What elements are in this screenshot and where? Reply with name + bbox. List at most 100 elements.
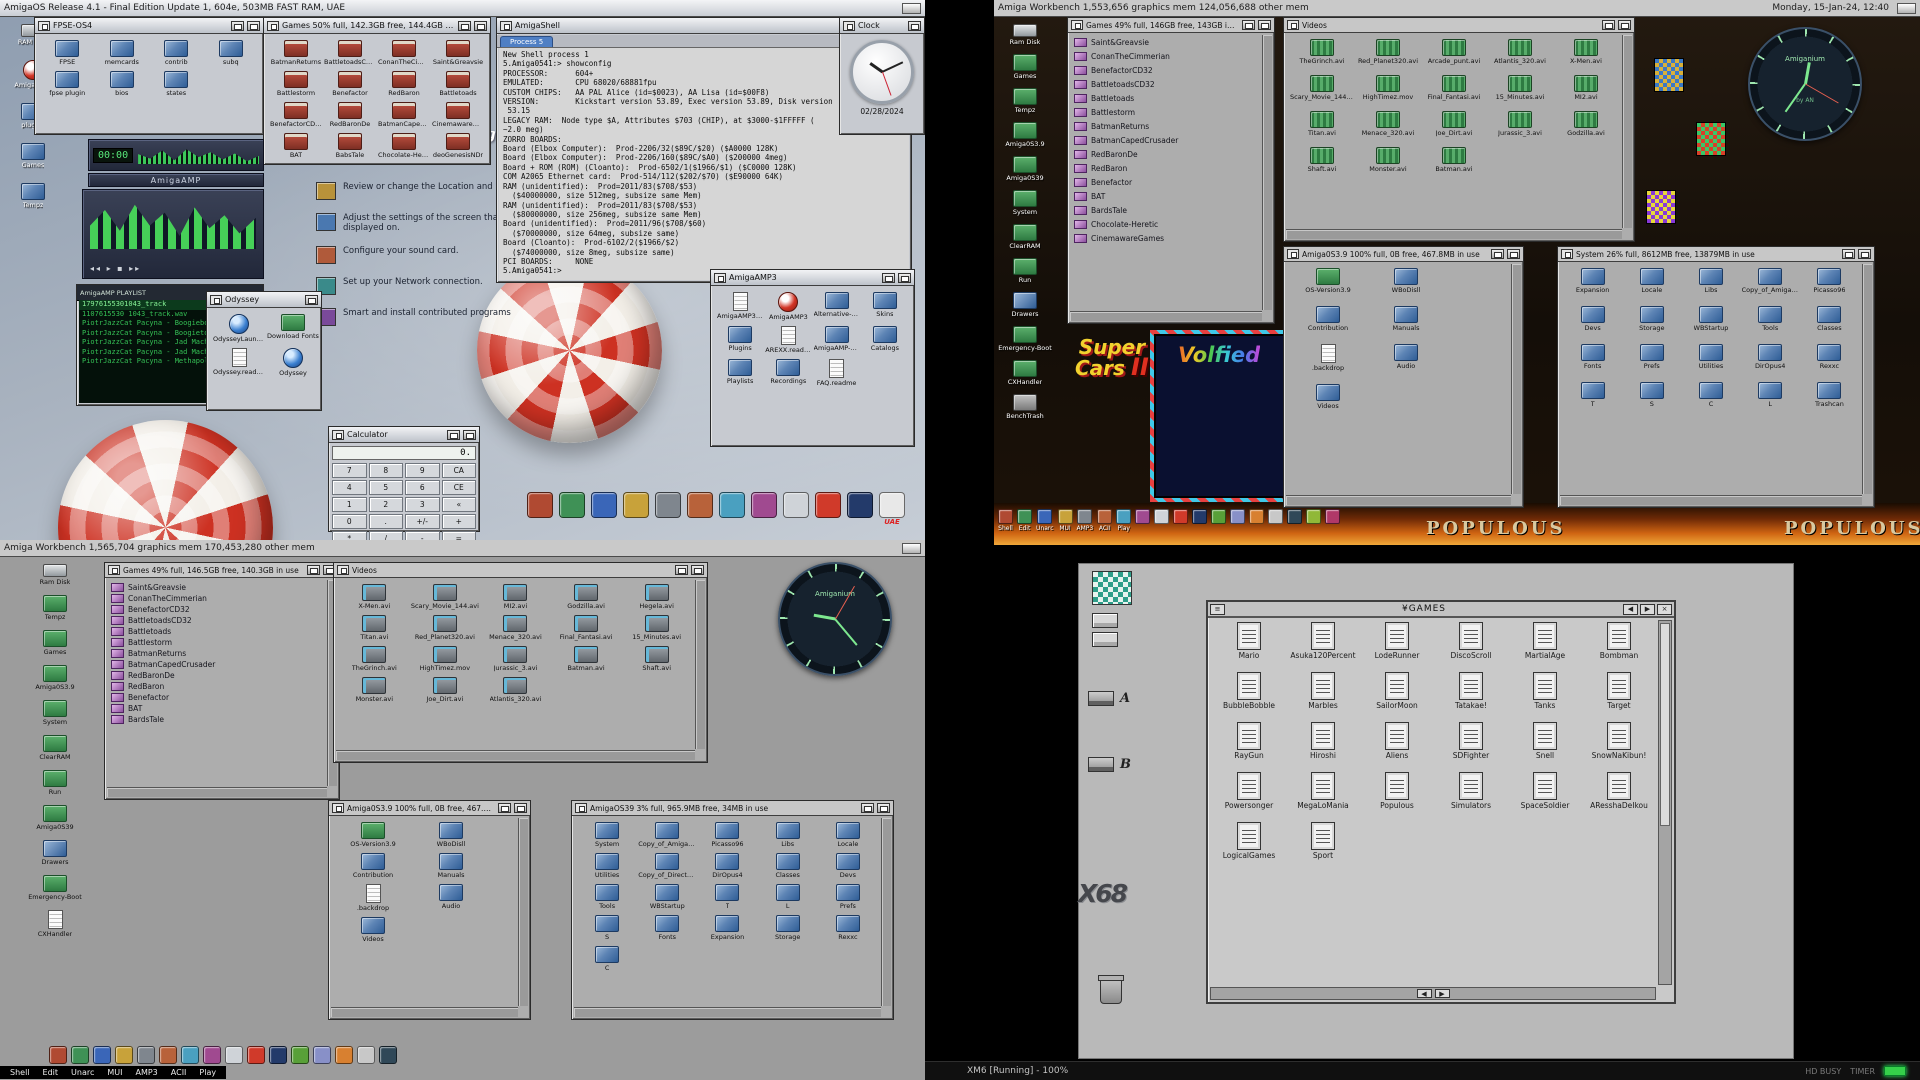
- dock-item[interactable]: [719, 492, 745, 526]
- drawer-item[interactable]: AmigaAMP-Prefs: [814, 326, 860, 354]
- dock-label[interactable]: Edit: [43, 1068, 59, 1077]
- dock-icon[interactable]: [1135, 509, 1150, 524]
- desktop-icon[interactable]: Tempz: [6, 183, 60, 209]
- dock-item[interactable]: Shell: [998, 509, 1013, 532]
- drawer-item[interactable]: states: [150, 71, 203, 97]
- video-item[interactable]: X-Men.avi: [340, 584, 409, 610]
- dock-icon[interactable]: [1287, 509, 1302, 524]
- video-item[interactable]: Scary_Movie_144.avi: [1290, 75, 1354, 101]
- video-item[interactable]: Atlantis_320.avi: [481, 677, 550, 703]
- file-item[interactable]: Aliens: [1361, 722, 1433, 760]
- dock-icon[interactable]: [1211, 509, 1226, 524]
- zoom-icon[interactable]: [498, 803, 511, 813]
- drawer-item[interactable]: Copy_of_Amiganium: [638, 822, 696, 848]
- dock-icon[interactable]: [1017, 509, 1032, 524]
- list-item[interactable]: Benefactor: [111, 693, 323, 702]
- screen-depth-icon[interactable]: [1897, 3, 1916, 14]
- close-icon[interactable]: [267, 21, 279, 31]
- dock-icon[interactable]: [687, 492, 713, 518]
- floppy-drive-a[interactable]: A: [1088, 691, 1130, 706]
- dock-icon[interactable]: [203, 1046, 221, 1064]
- close-icon[interactable]: [1561, 249, 1573, 259]
- window-titlebar[interactable]: Calculator: [329, 427, 479, 443]
- game-item[interactable]: BatmanCapedCrusader: [378, 102, 430, 128]
- game-item[interactable]: BabsTale: [324, 133, 376, 159]
- dock-icon[interactable]: [655, 492, 681, 518]
- dock-item[interactable]: Edit: [1017, 509, 1032, 532]
- dock-icon[interactable]: [751, 492, 777, 518]
- drawer-item[interactable]: Devs: [1564, 306, 1621, 332]
- drawer-item[interactable]: OS-Version3.9: [1290, 268, 1366, 294]
- desktop-icon[interactable]: BenchTrash: [998, 394, 1052, 420]
- dock-icon[interactable]: [879, 492, 905, 518]
- drawer-item[interactable]: OS-Version3.9: [335, 822, 411, 848]
- list-item[interactable]: RedBaron: [1074, 164, 1258, 173]
- dock-icon[interactable]: [1154, 509, 1169, 524]
- drawer-item[interactable]: Utilities: [578, 853, 636, 879]
- desktop-icon[interactable]: CXHandler: [28, 910, 82, 938]
- dock-icon[interactable]: [49, 1046, 67, 1064]
- video-item[interactable]: Arcade_punt.avi: [1422, 39, 1486, 65]
- close-icon[interactable]: [500, 21, 512, 31]
- video-item[interactable]: Batman.avi: [552, 646, 621, 672]
- dock-label[interactable]: MUI: [107, 1068, 122, 1077]
- list-item[interactable]: BAT: [1074, 192, 1258, 201]
- file-item[interactable]: Bombman: [1583, 622, 1655, 660]
- close-icon[interactable]: ×: [1657, 604, 1672, 615]
- dock-item[interactable]: [1230, 509, 1245, 532]
- dock-icon[interactable]: [719, 492, 745, 518]
- list-item[interactable]: RedBaronDe: [111, 671, 323, 680]
- dock-icon[interactable]: [1097, 509, 1112, 524]
- depth-icon[interactable]: [691, 565, 704, 575]
- depth-icon[interactable]: [1507, 249, 1520, 259]
- drawer-item[interactable]: Prefs: [1623, 344, 1680, 370]
- dock-item[interactable]: [1249, 509, 1264, 532]
- video-item[interactable]: Godzilla.avi: [552, 584, 621, 610]
- dock-icon[interactable]: [815, 492, 841, 518]
- desktop-icon[interactable]: Emergency-Boot: [28, 875, 82, 901]
- screen-depth-icon[interactable]: [902, 3, 921, 14]
- calculator-key[interactable]: 0: [332, 514, 367, 529]
- dock-icon[interactable]: [1306, 509, 1321, 524]
- file-item[interactable]: SDFighter: [1435, 722, 1507, 760]
- horizontal-scrollbar[interactable]: ◀ ▶: [1210, 987, 1656, 1000]
- drawer-item[interactable]: Prefs: [819, 884, 877, 910]
- app-item[interactable]: Download Fonts: [267, 314, 319, 343]
- list-item[interactable]: BardsTale: [111, 715, 323, 724]
- window-titlebar[interactable]: FPSE-OS4: [35, 18, 263, 34]
- drawer-item[interactable]: T: [1564, 382, 1621, 408]
- drawer-item[interactable]: Locale: [819, 822, 877, 848]
- video-item[interactable]: Menace_320.avi: [1356, 111, 1420, 137]
- close-icon[interactable]: [210, 295, 222, 305]
- desktop-icon[interactable]: ClearRAM: [998, 224, 1052, 250]
- calculator-key[interactable]: «: [442, 497, 477, 512]
- depth-icon[interactable]: [1858, 249, 1871, 259]
- drawer-item[interactable]: Locale: [1623, 268, 1680, 294]
- drawer-item[interactable]: System: [578, 822, 636, 848]
- dock-item[interactable]: [591, 492, 617, 526]
- zoom-icon[interactable]: [307, 565, 320, 575]
- drawer-item[interactable]: L: [1742, 382, 1799, 408]
- window-titlebar[interactable]: Games 50% full, 142.3GB free, 144.4GB in…: [264, 18, 490, 34]
- drawer-item[interactable]: Libs: [759, 822, 817, 848]
- drawer-item[interactable]: S: [578, 915, 636, 941]
- drawer-item[interactable]: Storage: [759, 915, 817, 941]
- app-item[interactable]: Odyssey.readme: [213, 348, 265, 377]
- dock-item[interactable]: [783, 492, 809, 526]
- file-item[interactable]: SpaceSoldier: [1509, 772, 1581, 810]
- desktop-icon[interactable]: Amiga0S3.9: [28, 665, 82, 691]
- list-item[interactable]: BattletoadsCD32: [111, 616, 323, 625]
- desktop-icon[interactable]: Ram Disk: [998, 24, 1052, 46]
- setup-task[interactable]: Smart and install contributed programs: [316, 308, 554, 326]
- calculator-key[interactable]: +: [442, 514, 477, 529]
- game-item[interactable]: Saint&Greavsie: [432, 40, 484, 66]
- scroll-right-icon[interactable]: ▶: [1640, 604, 1655, 615]
- desktop-icon[interactable]: Run: [998, 258, 1052, 284]
- list-item[interactable]: BardsTale: [1074, 206, 1258, 215]
- screen-titlebar[interactable]: Amiga Workbench 1,553,656 graphics mem 1…: [994, 0, 1920, 17]
- calculator-key[interactable]: *: [332, 531, 367, 540]
- scroll-left-icon[interactable]: ◀: [1623, 604, 1638, 615]
- depth-icon[interactable]: [463, 430, 476, 440]
- drawer-item[interactable]: Recordings: [765, 359, 811, 387]
- zoom-icon[interactable]: [1842, 249, 1855, 259]
